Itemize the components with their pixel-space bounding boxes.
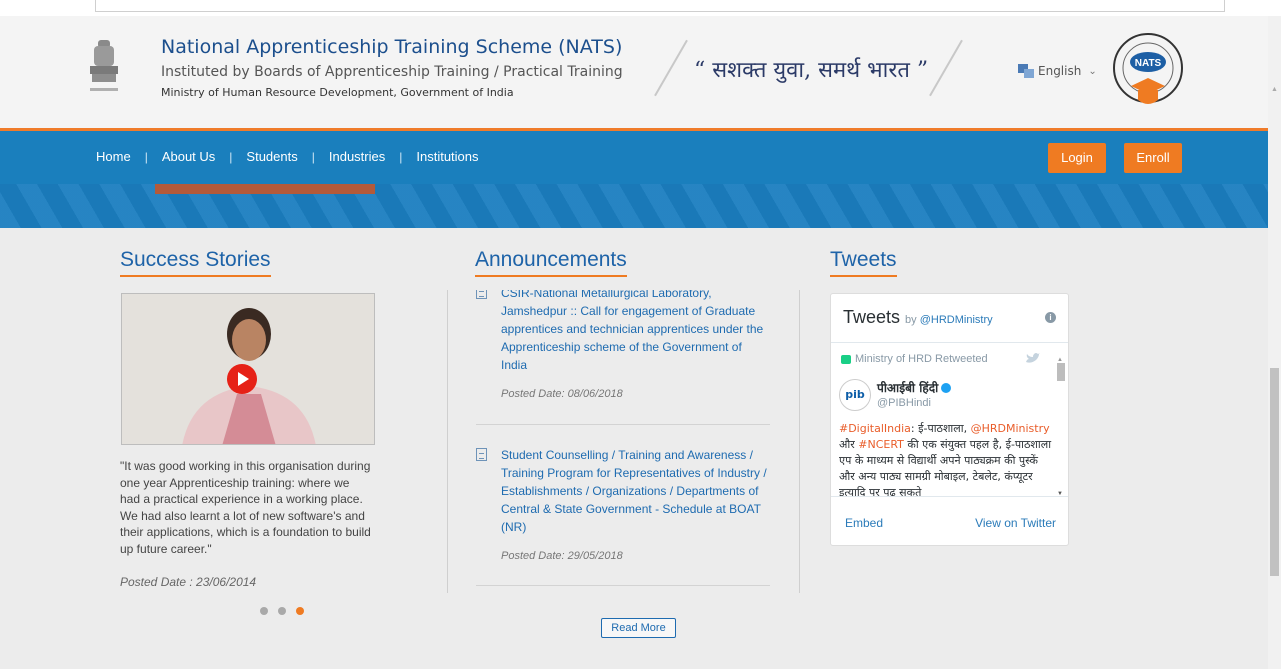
tweets-title: Tweets — [830, 248, 897, 277]
nav-institutions[interactable]: Institutions — [416, 149, 478, 164]
twitter-widget-title: Tweets — [843, 307, 901, 327]
tweet-author-name[interactable]: पीआईबी हिंदी — [877, 379, 952, 396]
twitter-feed[interactable]: Ministry of HRD Retweeted pib पीआईबी हिं… — [831, 342, 1068, 497]
tweet-scrollbar[interactable]: ▲ ▼ — [1056, 357, 1066, 496]
announcement-divider — [476, 585, 770, 586]
retweet-label: Ministry of HRD Retweeted — [841, 353, 988, 365]
twitter-by-label: by — [905, 314, 917, 326]
retweet-icon — [841, 354, 851, 364]
retweet-text: Ministry of HRD Retweeted — [855, 353, 988, 365]
divider-slash — [654, 39, 688, 97]
page-scroll-thumb[interactable] — [1270, 368, 1279, 576]
avatar[interactable]: pib — [839, 379, 871, 411]
twitter-widget: Tweets by @HRDMinistry i Ministry of HRD… — [830, 293, 1069, 546]
twitter-widget-footer: Embed View on Twitter — [845, 516, 1056, 530]
org-subtitle: Instituted by Boards of Apprenticeship T… — [161, 64, 623, 80]
announcement-link[interactable]: Student Counselling / Training and Aware… — [501, 446, 770, 536]
login-button[interactable]: Login — [1048, 143, 1106, 173]
nav-students[interactable]: Students — [246, 149, 297, 164]
carousel-dot[interactable] — [278, 607, 286, 615]
embed-link[interactable]: Embed — [845, 516, 883, 530]
pdf-icon — [476, 448, 487, 461]
hashtag-link[interactable]: #NCERT — [858, 438, 904, 451]
nav-separator: | — [399, 149, 403, 164]
success-video[interactable] — [121, 293, 375, 445]
announcement-divider — [476, 424, 770, 425]
tweet-author-handle[interactable]: @PIBHindi — [877, 397, 931, 409]
read-more-button[interactable]: Read More — [601, 618, 676, 638]
nats-logo[interactable]: NATS — [1109, 28, 1187, 116]
org-ministry: Ministry of Human Resource Development, … — [161, 86, 514, 99]
enroll-button[interactable]: Enroll — [1124, 143, 1182, 173]
chevron-down-icon: ⌄ — [1088, 65, 1097, 77]
verified-icon — [941, 383, 952, 393]
twitter-widget-header: Tweets by @HRDMinistry — [843, 307, 993, 328]
announcement-item: CSIR-National Metallurgical Laboratory, … — [476, 290, 770, 400]
nav-links: Home | About Us | Students | Industries … — [96, 149, 479, 164]
page-scrollbar[interactable]: ▲ — [1268, 16, 1281, 669]
announcements-title: Announcements — [475, 248, 627, 277]
nav-industries[interactable]: Industries — [329, 149, 385, 164]
nav-separator: | — [229, 149, 233, 164]
announcements-list[interactable]: CSIR-National Metallurgical Laboratory, … — [447, 290, 800, 593]
announcement-link[interactable]: CSIR-National Metallurgical Laboratory, … — [501, 290, 770, 374]
announcement-item: Student Counselling / Training and Aware… — [476, 446, 770, 562]
language-selector[interactable]: English ⌄ — [1018, 64, 1097, 78]
search-bar-edge[interactable] — [95, 0, 1225, 12]
hashtag-link[interactable]: #DigitalIndia — [839, 422, 911, 435]
nav-separator: | — [311, 149, 315, 164]
slogan: “ सशक्त युवा, समर्थ भारत ” — [694, 58, 929, 83]
main-navbar: Home | About Us | Students | Industries … — [0, 128, 1268, 184]
twitter-account-link[interactable]: @HRDMinistry — [920, 314, 993, 326]
divider-slash — [929, 39, 963, 97]
nats-logo-text: NATS — [1135, 58, 1162, 69]
success-stories-title: Success Stories — [120, 248, 271, 277]
nav-about-us[interactable]: About Us — [162, 149, 215, 164]
banner-photo-edge — [155, 184, 375, 194]
state-emblem-icon — [90, 40, 118, 91]
view-on-twitter-link[interactable]: View on Twitter — [975, 516, 1056, 530]
top-strip — [0, 0, 1281, 16]
carousel-dot[interactable] — [260, 607, 268, 615]
carousel-dots — [260, 607, 304, 615]
play-icon[interactable] — [227, 364, 257, 394]
scroll-thumb[interactable] — [1057, 363, 1065, 381]
site-header: National Apprenticeship Training Scheme … — [0, 16, 1268, 128]
translate-icon — [1018, 64, 1034, 78]
story-quote: "It was good working in this organisatio… — [120, 459, 371, 556]
nav-home[interactable]: Home — [96, 149, 131, 164]
carousel-dot-active[interactable] — [296, 607, 304, 615]
pdf-icon — [476, 290, 487, 299]
org-title[interactable]: National Apprenticeship Training Scheme … — [161, 36, 622, 58]
story-date: Posted Date : 23/06/2014 — [120, 575, 257, 589]
nav-separator: | — [144, 149, 148, 164]
mention-link[interactable]: @HRDMinistry — [971, 422, 1050, 435]
scroll-down-icon[interactable]: ▼ — [1057, 491, 1063, 496]
info-icon[interactable]: i — [1045, 312, 1056, 323]
language-label: English — [1038, 64, 1082, 78]
scroll-up-icon[interactable]: ▲ — [1271, 86, 1278, 93]
tweet-text: #DigitalIndia: ई-पाठशाला, @HRDMinistry औ… — [839, 422, 1052, 497]
announcement-date: Posted Date: 08/06/2018 — [501, 388, 623, 400]
twitter-bird-icon[interactable] — [1026, 353, 1040, 364]
announcement-date: Posted Date: 29/05/2018 — [501, 550, 623, 562]
